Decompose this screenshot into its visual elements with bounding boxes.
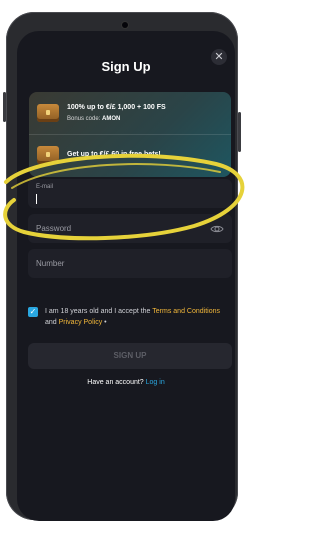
terms-link[interactable]: Terms and Conditions bbox=[152, 308, 220, 315]
terms-text: I am 18 years old and I accept the Terms… bbox=[45, 306, 225, 328]
number-placeholder: Number bbox=[36, 259, 65, 268]
password-placeholder: Password bbox=[36, 224, 72, 233]
signup-screen: Sign Up ✕ 100% up to €/£ 1,000 + 100 FS … bbox=[17, 31, 235, 521]
front-camera bbox=[122, 22, 128, 28]
email-label: E-mail bbox=[36, 184, 54, 190]
phone-volume-button bbox=[3, 92, 6, 122]
bonus-code-label: Bonus code: bbox=[67, 116, 103, 122]
terms-prefix: I am 18 years old and I accept the bbox=[45, 308, 153, 315]
number-field[interactable]: Number bbox=[28, 249, 232, 278]
bonus-code-value: AMON bbox=[102, 116, 121, 122]
login-prompt: Have an account? Log in bbox=[17, 379, 235, 386]
terms-suffix: • bbox=[102, 319, 107, 326]
login-question: Have an account? bbox=[87, 379, 146, 386]
promo-box: 100% up to €/£ 1,000 + 100 FS Bonus code… bbox=[29, 92, 231, 177]
promo-text: 100% up to €/£ 1,000 + 100 FS bbox=[67, 104, 166, 111]
promo-text: Get up to €/£ 60 in free bets! bbox=[67, 151, 161, 158]
close-button[interactable]: ✕ bbox=[211, 49, 227, 65]
age-terms-checkbox[interactable]: ✓ bbox=[28, 307, 38, 317]
signup-button[interactable]: SIGN UP bbox=[28, 343, 232, 369]
eye-icon[interactable] bbox=[210, 222, 224, 236]
promo-item[interactable]: 100% up to €/£ 1,000 + 100 FS Bonus code… bbox=[29, 92, 231, 135]
phone-power-button bbox=[238, 112, 241, 152]
terms-and: and bbox=[45, 319, 59, 326]
checkmark-icon: ✓ bbox=[29, 307, 37, 316]
treasure-chest-icon bbox=[37, 146, 59, 164]
bonus-code: Bonus code: AMON bbox=[67, 116, 120, 122]
login-link[interactable]: Log in bbox=[146, 379, 165, 386]
page-title: Sign Up bbox=[101, 59, 151, 74]
promo-item[interactable]: Get up to €/£ 60 in free bets! bbox=[29, 134, 231, 176]
password-field[interactable]: Password bbox=[28, 214, 232, 243]
privacy-link[interactable]: Privacy Policy bbox=[59, 319, 103, 326]
treasure-chest-icon bbox=[37, 104, 59, 122]
text-cursor bbox=[36, 194, 37, 204]
email-field[interactable]: E-mail bbox=[28, 179, 232, 208]
close-icon: ✕ bbox=[214, 51, 224, 63]
